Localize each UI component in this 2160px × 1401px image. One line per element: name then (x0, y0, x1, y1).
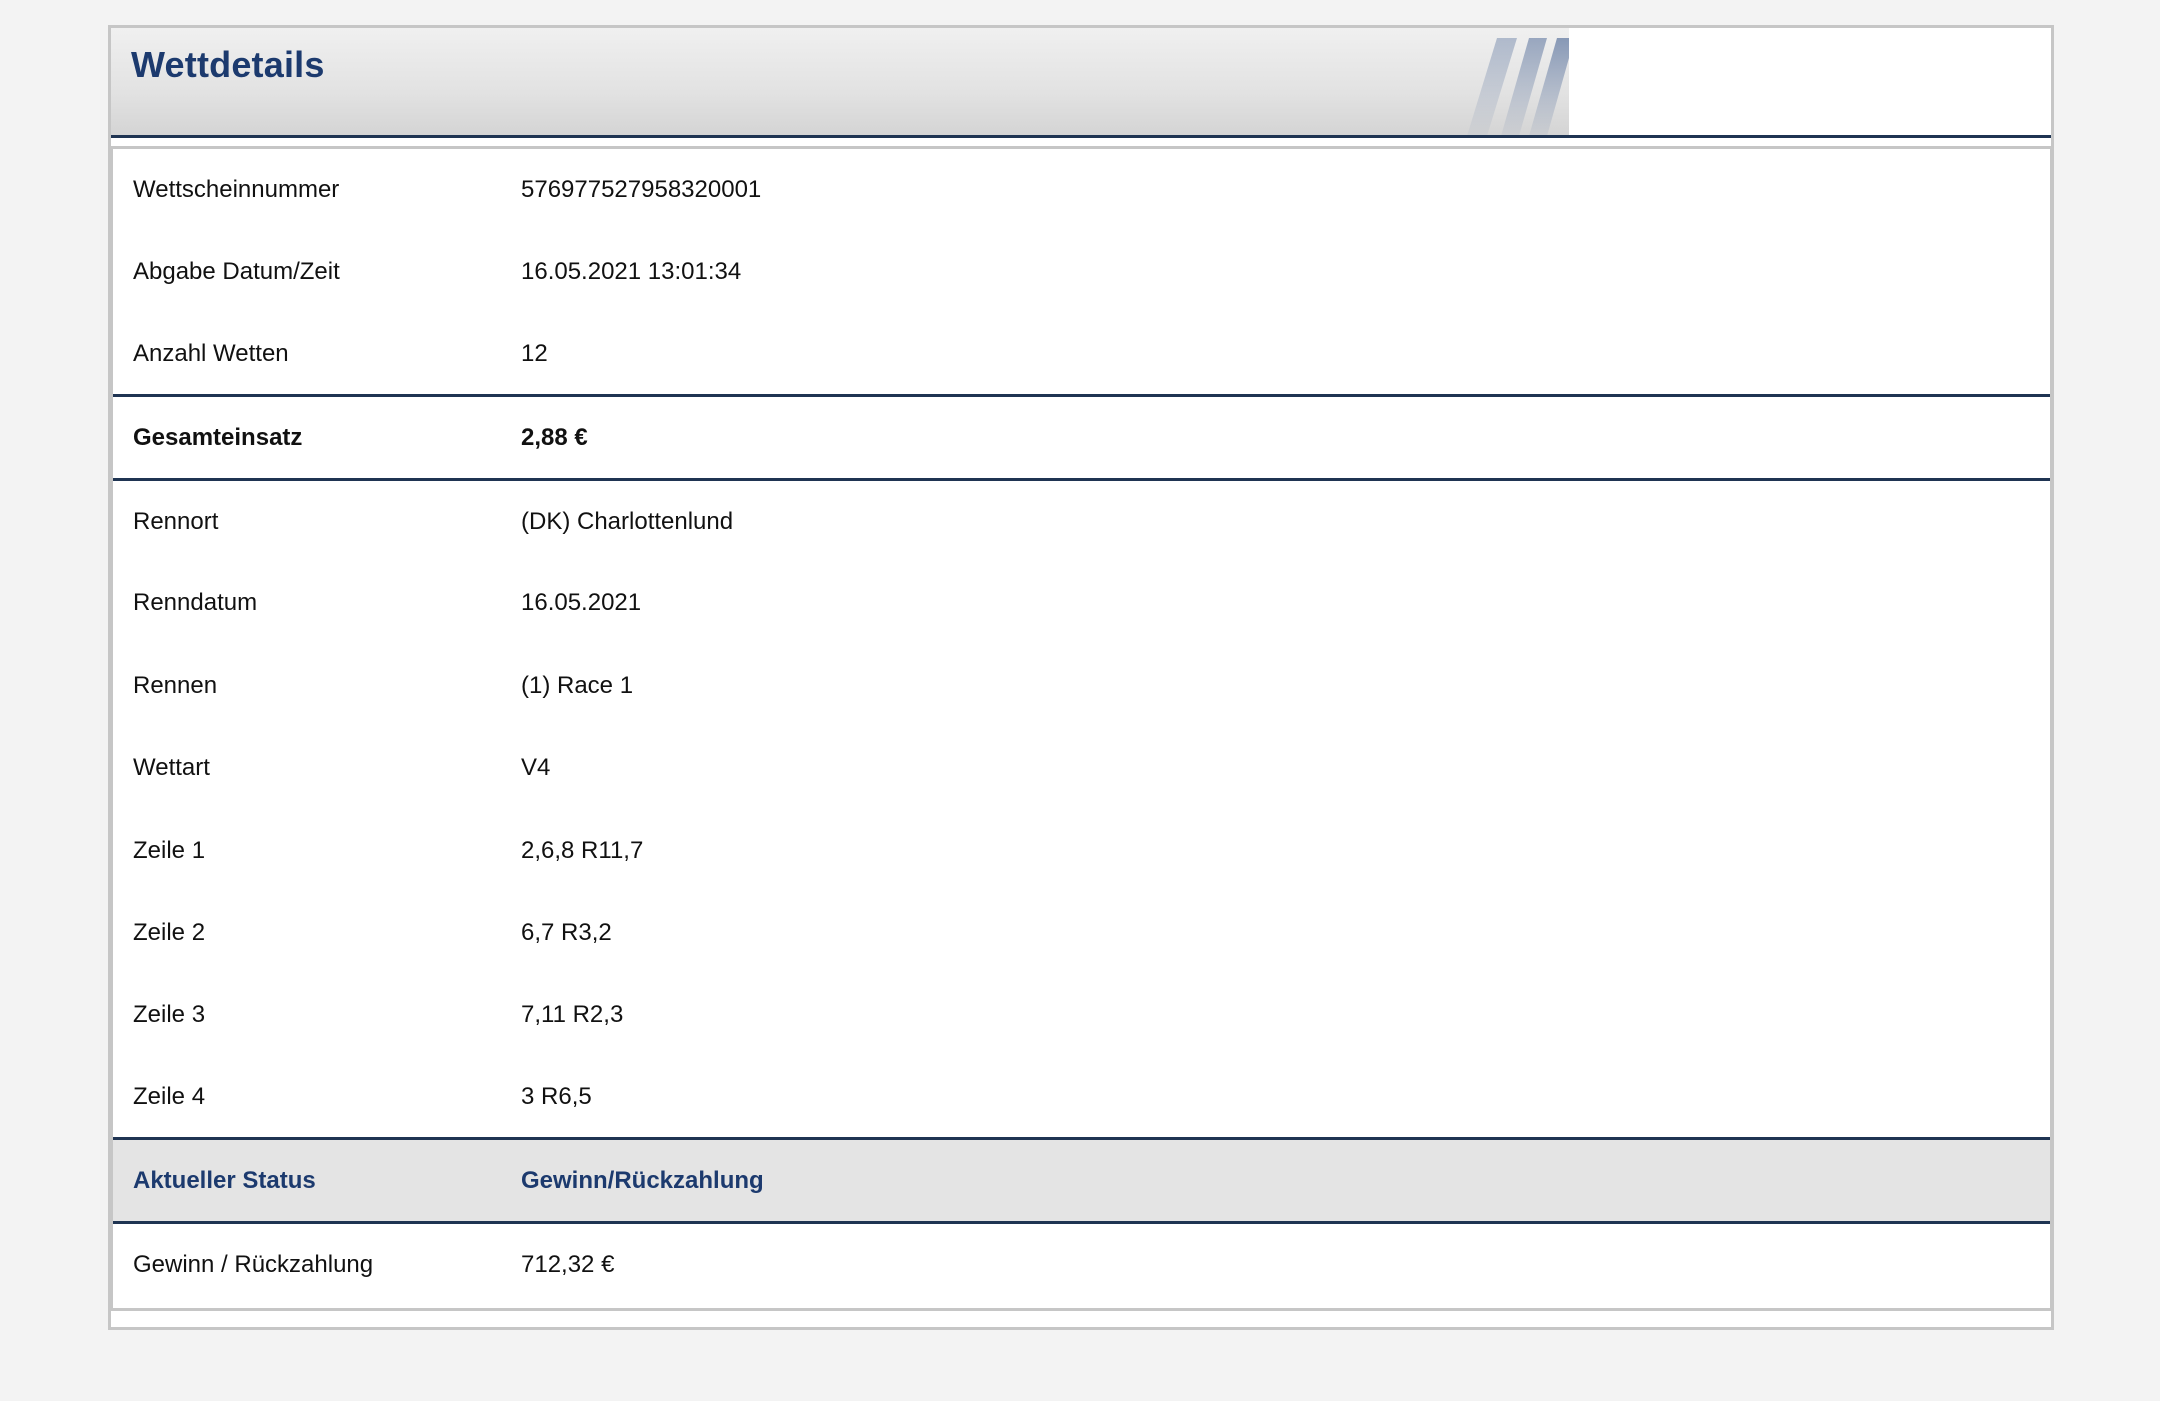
table-row: Anzahl Wetten 12 (113, 313, 2050, 395)
row-label: Renndatum (133, 589, 258, 617)
total-stake-value: 2,88 € (521, 423, 588, 451)
table-row: Zeile 1 2,6,8 R11,7 (113, 809, 2050, 891)
row-value: 6,7 R3,2 (521, 918, 612, 946)
table-row: Rennen (1) Race 1 (113, 645, 2050, 727)
row-label: Rennort (133, 507, 219, 535)
table-row: Abgabe Datum/Zeit 16.05.2021 13:01:34 (113, 231, 2050, 313)
row-label: Rennen (133, 671, 218, 699)
row-value: 7,11 R2,3 (521, 1001, 624, 1029)
row-value: 12 (521, 339, 548, 367)
status-header-label: Aktueller Status (133, 1166, 316, 1194)
header-stripes-decoration (1467, 38, 1569, 136)
row-label: Zeile 1 (133, 836, 206, 864)
total-stake-row: Gesamteinsatz 2,88 € (113, 395, 2050, 480)
row-value: (DK) Charlottenlund (521, 507, 734, 535)
row-value: V4 (521, 754, 551, 782)
row-value: (1) Race 1 (521, 671, 634, 699)
header-divider (111, 135, 2051, 138)
row-label: Anzahl Wetten (133, 339, 289, 367)
details-table-container: Wettscheinnummer 576977527958320001 Abga… (111, 146, 2053, 1311)
row-value: 2,6,8 R11,7 (521, 836, 644, 864)
row-label: Zeile 4 (133, 1082, 206, 1110)
row-value: 576977527958320001 (521, 176, 762, 203)
table-row: Rennort (DK) Charlottenlund (113, 480, 2050, 562)
table-row: Zeile 4 3 R6,5 (113, 1057, 2050, 1139)
panel-header: Wettdetails (111, 28, 1569, 136)
status-header-value: Gewinn/Rückzahlung (521, 1166, 764, 1194)
row-value: 16.05.2021 13:01:34 (521, 258, 742, 286)
page-title: Wettdetails (131, 44, 325, 85)
row-value: 3 R6,5 (521, 1082, 592, 1110)
total-stake-label: Gesamteinsatz (133, 423, 303, 451)
row-value: 16.05.2021 (521, 589, 642, 617)
details-table: Wettscheinnummer 576977527958320001 Abga… (113, 149, 2050, 1305)
table-row: Wettscheinnummer 576977527958320001 (113, 149, 2050, 231)
row-label: Zeile 2 (133, 918, 206, 946)
table-row: Renndatum 16.05.2021 (113, 562, 2050, 644)
row-label: Wettscheinnummer (133, 176, 340, 203)
row-label: Abgabe Datum/Zeit (133, 258, 340, 286)
payout-row: Gewinn / Rückzahlung 712,32 € (113, 1223, 2050, 1305)
table-row: Zeile 2 6,7 R3,2 (113, 892, 2050, 974)
table-row: Zeile 3 7,11 R2,3 (113, 974, 2050, 1056)
bet-details-panel: Wettdetails Wettscheinnummer 57697752795… (108, 25, 2054, 1330)
row-label: Wettart (133, 754, 210, 782)
payout-value: 712,32 € (521, 1250, 615, 1278)
status-header-row: Aktueller Status Gewinn/Rückzahlung (113, 1138, 2050, 1223)
table-row: Wettart V4 (113, 727, 2050, 809)
row-label: Zeile 3 (133, 1001, 206, 1029)
payout-label: Gewinn / Rückzahlung (133, 1250, 374, 1278)
